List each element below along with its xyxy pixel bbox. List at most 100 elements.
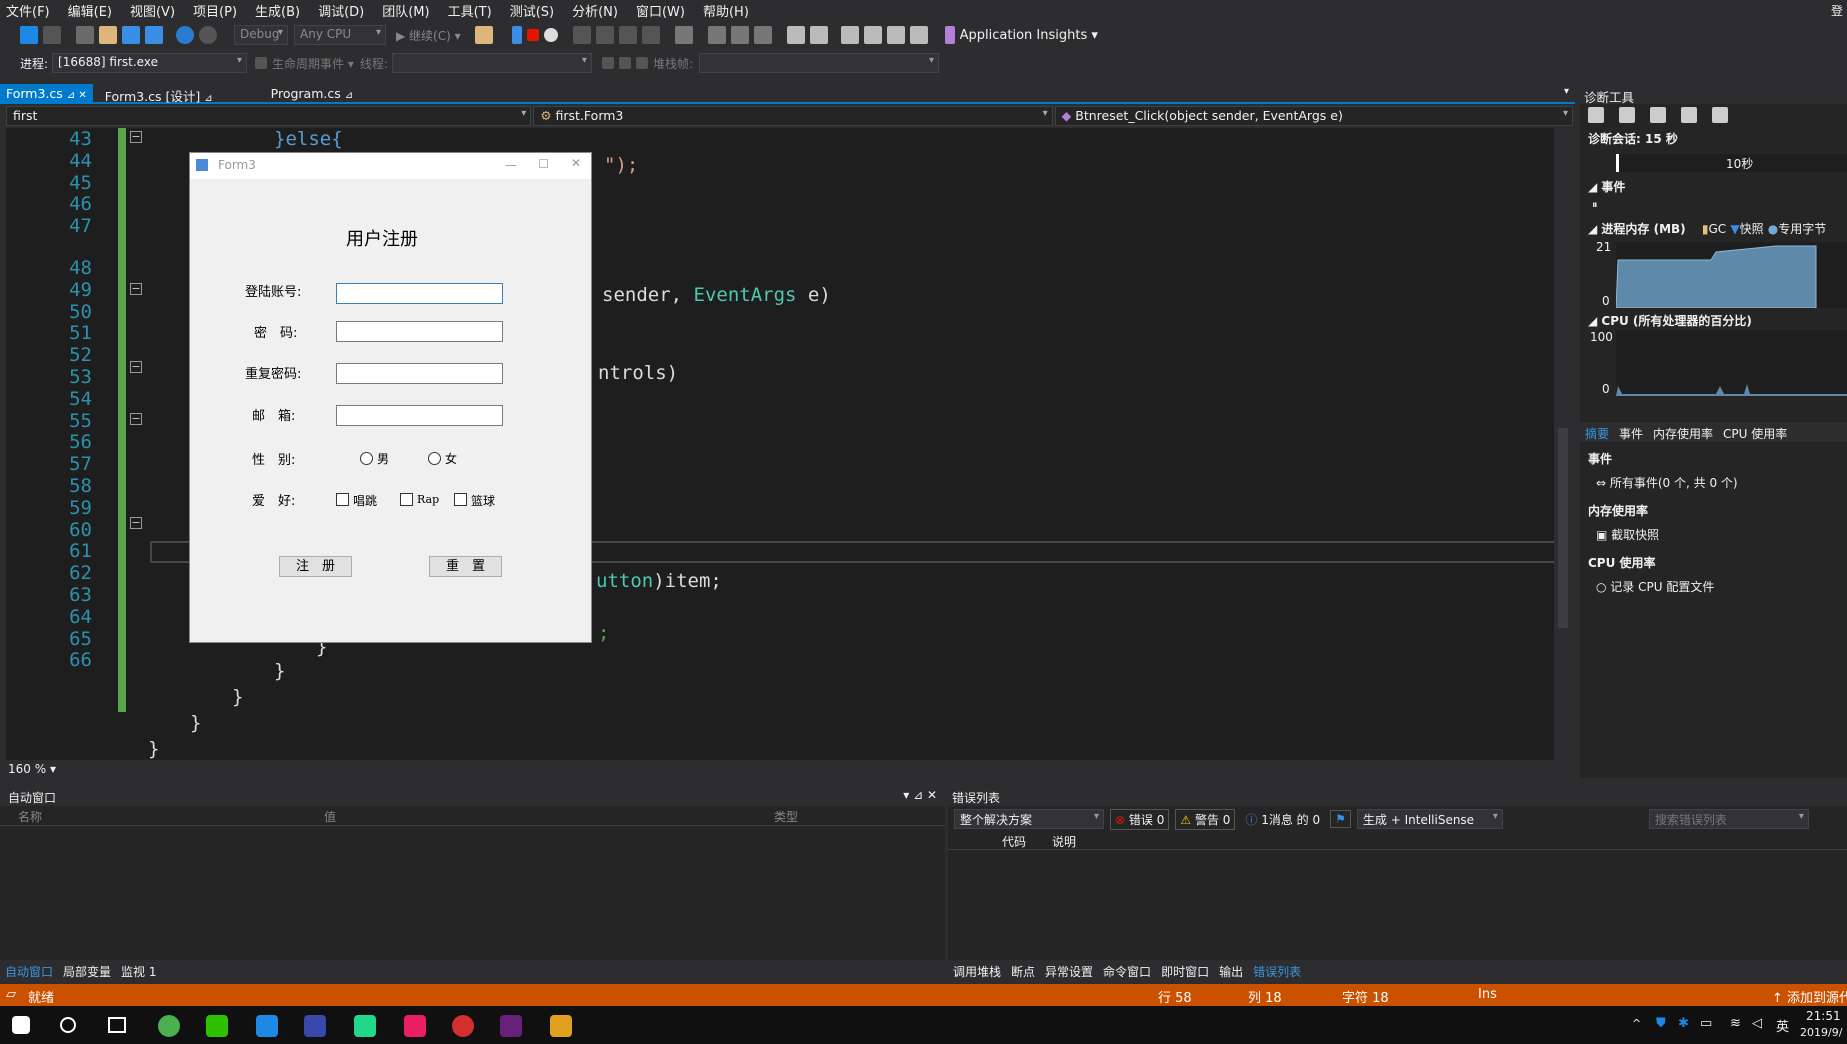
- step-over-icon[interactable]: [618, 26, 637, 44]
- fold-toggle-icon[interactable]: −: [130, 283, 142, 295]
- menu-item-2[interactable]: 视图(V): [130, 1, 175, 20]
- tab-errtabs-1[interactable]: 断点: [1006, 960, 1040, 980]
- timeline-cursor[interactable]: [1616, 154, 1619, 172]
- zoom-level[interactable]: 160 %: [8, 762, 46, 776]
- media-icon[interactable]: [404, 1015, 426, 1037]
- editor-horizontal-scrollbar[interactable]: 160 % ▾: [0, 760, 1575, 778]
- wechat-icon[interactable]: [206, 1015, 228, 1037]
- errors-filter-button[interactable]: ⊗ 错误 0: [1110, 808, 1170, 830]
- tab-errtabs-6[interactable]: 错误列表: [1248, 960, 1306, 980]
- tab-errtabs-2[interactable]: 异常设置: [1040, 960, 1098, 980]
- netease-music-icon[interactable]: [452, 1015, 474, 1037]
- tab-diagtabs-0[interactable]: 摘要: [1580, 422, 1614, 442]
- new-project-icon[interactable]: [76, 26, 94, 44]
- menu-item-11[interactable]: 帮助(H): [703, 1, 749, 20]
- fold-toggle-icon[interactable]: −: [130, 413, 142, 425]
- tab-autotabs-1[interactable]: 局部变量: [58, 960, 116, 980]
- tab-errtabs-5[interactable]: 输出: [1214, 960, 1248, 980]
- form3-window[interactable]: Form3 — ☐ ✕ 用户注册 登陆账号: 密 码: 重复密码: 邮 箱: 性…: [189, 152, 592, 643]
- menu-item-4[interactable]: 生成(B): [255, 1, 300, 20]
- email-input[interactable]: [336, 405, 503, 426]
- restart-icon[interactable]: [543, 28, 558, 42]
- pause-events-icon[interactable]: ⏸: [1592, 198, 1598, 212]
- record-cpu-profile-button[interactable]: ○ 记录 CPU 配置文件: [1596, 578, 1714, 595]
- member-nav-select[interactable]: ◆ Btnreset_Click(object sender, EventArg…: [1054, 106, 1573, 126]
- hobby-checkbox-1[interactable]: [336, 493, 349, 506]
- chrome-icon[interactable]: [158, 1015, 180, 1037]
- project-nav-select[interactable]: first: [6, 106, 532, 126]
- maximize-icon[interactable]: ☐: [538, 157, 549, 171]
- pause-icon[interactable]: [511, 26, 522, 44]
- tray-app-icon[interactable]: ✱: [1678, 1016, 1689, 1031]
- register-button[interactable]: 注 册: [279, 556, 352, 577]
- toggle-threads-icon[interactable]: [635, 57, 648, 69]
- tab-program-cs[interactable]: Program.cs ⊿: [265, 84, 359, 104]
- app-insights-button[interactable]: Application Insights ▾: [960, 28, 1098, 43]
- devcpp-icon[interactable]: [304, 1015, 326, 1037]
- next-bookmark-icon[interactable]: [886, 26, 905, 44]
- col-name[interactable]: 名称: [0, 806, 320, 825]
- bookmark-icon[interactable]: [840, 26, 859, 44]
- col-value[interactable]: 值: [320, 806, 770, 825]
- take-snapshot-button[interactable]: ▣ 截取快照: [1596, 526, 1659, 543]
- scroll-thumb[interactable]: [1558, 428, 1568, 628]
- menu-item-3[interactable]: 项目(P): [193, 1, 237, 20]
- clock-time[interactable]: 21:51: [1806, 1009, 1841, 1023]
- account-input[interactable]: [336, 283, 503, 304]
- menu-item-6[interactable]: 团队(M): [382, 1, 429, 20]
- male-radio[interactable]: [360, 452, 373, 465]
- menu-item-7[interactable]: 工具(T): [448, 1, 492, 20]
- flag-icon[interactable]: [618, 57, 631, 69]
- repeat-password-input[interactable]: [336, 363, 503, 384]
- undo-icon[interactable]: [176, 26, 194, 44]
- clear-bookmarks-icon[interactable]: [909, 26, 928, 44]
- zoom-out-icon[interactable]: [1681, 107, 1697, 123]
- lifecycle-events-button[interactable]: 生命周期事件 ▾: [272, 55, 354, 72]
- menu-item-1[interactable]: 编辑(E): [68, 1, 112, 20]
- tab-errtabs-0[interactable]: 调用堆栈: [948, 960, 1006, 980]
- minimize-icon[interactable]: —: [505, 158, 517, 172]
- comment-icon[interactable]: [786, 26, 805, 44]
- reset-zoom-icon[interactable]: [1712, 107, 1728, 123]
- task-view-icon[interactable]: [108, 1017, 126, 1033]
- fold-toggle-icon[interactable]: −: [130, 131, 142, 143]
- tab-diagtabs-2[interactable]: 内存使用率: [1648, 422, 1718, 442]
- uncomment-icon[interactable]: [809, 26, 828, 44]
- pin-icon[interactable]: ⊿: [345, 90, 353, 101]
- pycharm-icon[interactable]: [354, 1015, 376, 1037]
- hobby-checkbox-3[interactable]: [454, 493, 467, 506]
- visual-studio-icon[interactable]: [500, 1015, 522, 1037]
- reset-button[interactable]: 重 置: [429, 556, 502, 577]
- build-intellisense-select[interactable]: 生成 + IntelliSense: [1356, 809, 1503, 829]
- pin-icon[interactable]: ⊿: [204, 93, 212, 104]
- tab-autotabs-0[interactable]: 自动窗口: [0, 960, 58, 980]
- volume-icon[interactable]: ◁: [1752, 1016, 1762, 1031]
- redo-icon[interactable]: [199, 26, 217, 44]
- form3-title-bar[interactable]: Form3 — ☐ ✕: [190, 153, 591, 179]
- open-file-icon[interactable]: [99, 26, 117, 44]
- memory-chart[interactable]: [1615, 242, 1847, 309]
- search-error-list-input[interactable]: 搜索错误列表: [1648, 809, 1809, 829]
- filter-icon[interactable]: [601, 57, 614, 69]
- add-to-source-control[interactable]: ↑ 添加到源代: [1772, 987, 1847, 1006]
- tab-errtabs-4[interactable]: 即时窗口: [1156, 960, 1214, 980]
- menu-item-0[interactable]: 文件(F): [6, 1, 50, 20]
- close-icon[interactable]: ✕: [571, 156, 581, 170]
- hex-display-icon[interactable]: [674, 26, 693, 44]
- app-icon[interactable]: [256, 1015, 278, 1037]
- password-input[interactable]: [336, 321, 503, 342]
- tab-overflow-icon[interactable]: ▾: [1564, 86, 1569, 97]
- thread-select[interactable]: [391, 53, 592, 73]
- menu-item-9[interactable]: 分析(N): [572, 1, 618, 20]
- tab-form3-cs[interactable]: Form3.cs ⊿ ✕: [0, 84, 93, 104]
- start-icon[interactable]: [12, 1016, 30, 1034]
- prev-bookmark-icon[interactable]: [863, 26, 882, 44]
- tab-autotabs-2[interactable]: 监视 1: [116, 960, 161, 980]
- step-out-icon[interactable]: [641, 26, 660, 44]
- hobby-checkbox-2[interactable]: [400, 493, 413, 506]
- clock-date[interactable]: 2019/9/: [1800, 1026, 1842, 1039]
- zoom-in-icon[interactable]: [1650, 107, 1666, 123]
- col-code[interactable]: 代码: [998, 832, 1048, 849]
- forward-icon[interactable]: [43, 26, 61, 44]
- tab-close-icon[interactable]: ⊿ ✕: [67, 90, 87, 101]
